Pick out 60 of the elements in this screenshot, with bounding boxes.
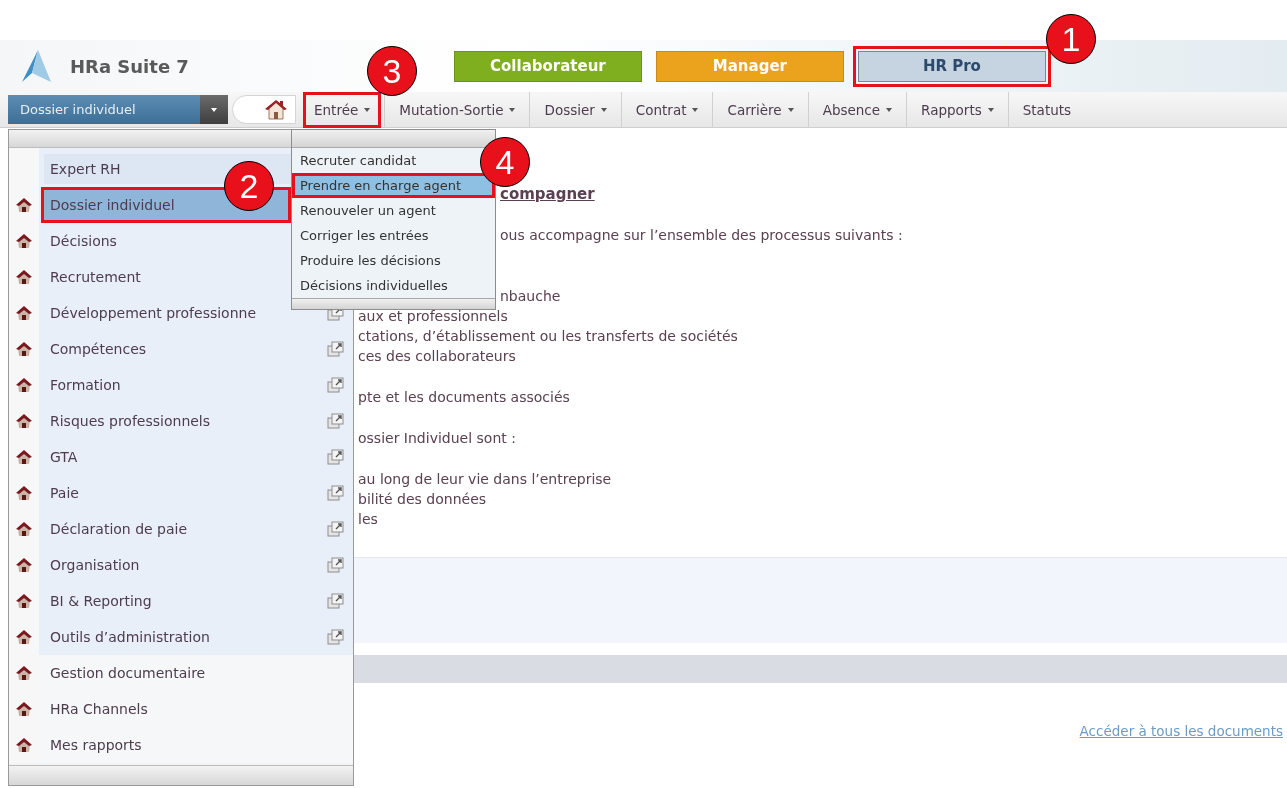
module-menu-item[interactable]: Outils d’administration: [44, 622, 320, 652]
module-menu-item[interactable]: BI & Reporting: [44, 586, 320, 616]
nav-menu-item[interactable]: Contrat: [633, 98, 701, 121]
callout-badge: 1: [1046, 14, 1096, 64]
module-select[interactable]: Dossier individuel: [8, 95, 200, 124]
nav-menu-item[interactable]: Mutation-Sortie: [397, 98, 518, 121]
dropdown-item[interactable]: Renouveler un agent: [295, 201, 492, 220]
module-menu-item[interactable]: Paie: [44, 478, 320, 508]
house-icon: [16, 305, 32, 321]
module-menu-item[interactable]: HRa Channels: [44, 694, 346, 724]
house-icon: [16, 629, 32, 645]
app-name: HRa Suite 7: [70, 55, 189, 77]
module-menu-item[interactable]: Organisation: [44, 550, 320, 580]
content-text: les: [358, 511, 378, 527]
nav-menu-item[interactable]: Rapports: [919, 98, 996, 121]
house-icon: [16, 269, 32, 285]
content-text: au long de leur vie dans l’entreprise: [358, 471, 612, 487]
house-icon: [16, 593, 32, 609]
module-menu-item[interactable]: GTA: [44, 442, 320, 472]
module-menu-item[interactable]: Gestion documentaire: [44, 658, 346, 688]
nav-menu-item[interactable]: Entrée: [312, 98, 373, 121]
house-icon: [16, 737, 32, 753]
module-menu-item[interactable]: Développement professionne: [44, 298, 320, 328]
content-text: ous accompagne sur l’ensemble des processus suivants :: [500, 227, 903, 243]
home-button[interactable]: [232, 95, 296, 124]
dropdown-item[interactable]: Décisions individuelles: [295, 276, 492, 295]
module-menu-item[interactable]: Risques professionnels: [44, 406, 320, 436]
house-icon: [16, 449, 32, 465]
house-icon: [16, 485, 32, 501]
module-menu-item[interactable]: Formation: [44, 370, 320, 400]
house-icon: [16, 341, 32, 357]
content-text: aux et professionnels: [358, 308, 508, 324]
house-icon: [16, 233, 32, 249]
house-icon: [16, 197, 32, 213]
nav-menu-item[interactable]: Carrière: [725, 98, 796, 121]
content-text: ossier Individuel sont :: [358, 430, 516, 446]
role-tab[interactable]: HR Pro: [857, 50, 1046, 82]
home-icon: [265, 99, 287, 120]
dropdown-item[interactable]: Corriger les entrées: [295, 226, 492, 245]
callout-badge: 4: [480, 137, 530, 187]
house-icon: [16, 521, 32, 537]
section-heading: compagner: [500, 185, 595, 203]
house-icon: [16, 413, 32, 429]
module-menu-item[interactable]: Compétences: [44, 334, 320, 364]
content-text: ctations, d’établissement ou les transferts de sociétés: [358, 328, 738, 344]
house-icon: [16, 557, 32, 573]
house-icon: [16, 377, 32, 393]
dropdown-item[interactable]: Produire les décisions: [295, 251, 492, 270]
module-menu-item[interactable]: Mes rapports: [44, 730, 346, 760]
nav-menu-item[interactable]: Statuts: [1020, 98, 1074, 121]
content-text: nbauche: [500, 288, 561, 304]
content-text: ces des collaborateurs: [358, 348, 516, 364]
nav-menu-item[interactable]: Dossier: [542, 98, 609, 121]
module-menu-item[interactable]: Déclaration de paie: [44, 514, 320, 544]
house-icon: [16, 701, 32, 717]
nav-menu-item[interactable]: Absence: [820, 98, 895, 121]
content-text: bilité des données: [358, 491, 487, 507]
content-text: pte et les documents associés: [358, 389, 570, 405]
house-icon: [16, 665, 32, 681]
dropdown-item[interactable]: Prendre en charge agent: [295, 176, 492, 195]
